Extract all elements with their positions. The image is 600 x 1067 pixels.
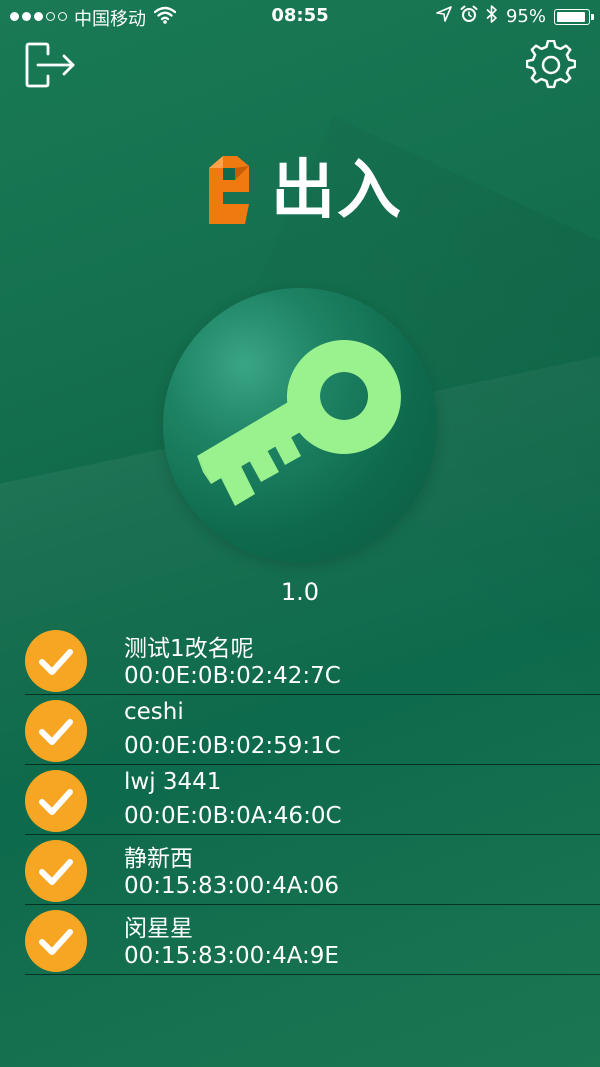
app-logo: 出入 (205, 152, 425, 232)
alarm-icon (460, 5, 478, 28)
device-row[interactable]: 静新西 00:15:83:00:4A:06 (25, 835, 600, 905)
check-icon (25, 840, 87, 902)
device-row[interactable]: 测试1改名呢 00:0E:0B:02:42:7C (25, 625, 600, 695)
logout-button[interactable] (24, 42, 78, 88)
settings-button[interactable] (525, 39, 577, 90)
e-logo-icon (209, 156, 249, 224)
device-mac-address: 00:15:83:00:4A:06 (124, 873, 340, 899)
version-label: 1.0 (280, 578, 320, 606)
device-name: 闵星星 (124, 916, 193, 942)
device-row[interactable]: lwj 3441 00:0E:0B:0A:46:0C (25, 765, 600, 835)
device-mac-address: 00:0E:0B:0A:46:0C (124, 803, 342, 829)
check-icon (25, 910, 87, 972)
status-bar: 中国移动 08:55 95% (0, 0, 600, 34)
device-row[interactable]: ceshi 00:0E:0B:02:59:1C (25, 695, 600, 765)
device-mac-address: 00:15:83:00:4A:9E (124, 943, 339, 969)
check-icon (25, 700, 87, 762)
check-icon (25, 770, 87, 832)
battery-percentage: 95% (505, 6, 546, 27)
location-arrow-icon (436, 6, 452, 27)
battery-icon (554, 8, 594, 25)
bluetooth-icon (486, 4, 498, 29)
device-name: lwj 3441 (124, 769, 222, 795)
app-logo-text: 出入 (271, 154, 403, 228)
logout-icon (25, 42, 75, 88)
check-icon (25, 630, 87, 692)
device-mac-address: 00:0E:0B:02:42:7C (124, 663, 341, 689)
device-name: 静新西 (124, 846, 193, 872)
device-row[interactable]: 闵星星 00:15:83:00:4A:9E (25, 905, 600, 975)
device-mac-address: 00:0E:0B:02:59:1C (124, 733, 341, 759)
unlock-key-button[interactable] (163, 288, 437, 562)
key-icon (197, 340, 401, 506)
device-list: 测试1改名呢 00:0E:0B:02:42:7C ceshi 00:0E:0B:… (0, 625, 600, 975)
device-name: 测试1改名呢 (124, 636, 254, 662)
gear-icon (525, 39, 577, 89)
device-name: ceshi (124, 699, 184, 725)
